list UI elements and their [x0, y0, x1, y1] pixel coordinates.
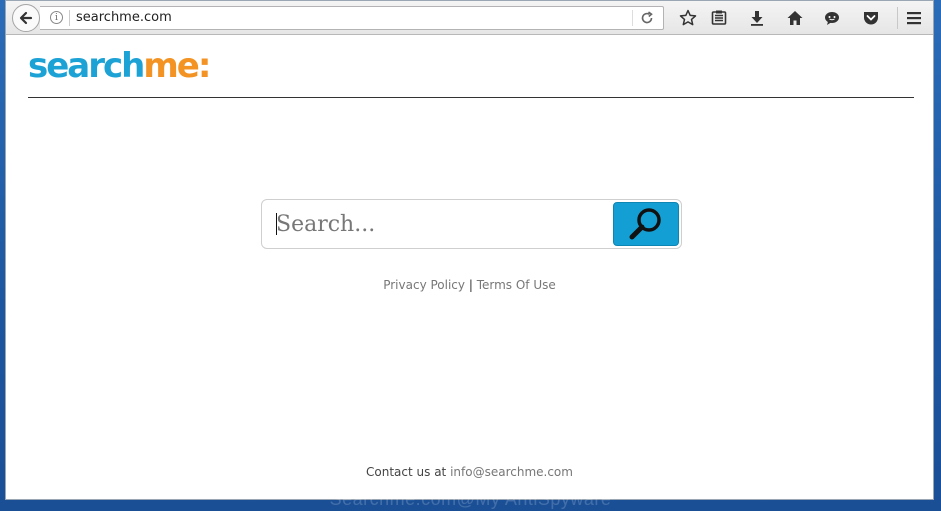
logo-me-text: me:	[143, 46, 211, 86]
home-icon[interactable]	[786, 9, 804, 27]
magnifier-icon	[629, 208, 661, 240]
pocket-icon[interactable]	[862, 9, 880, 27]
reload-icon[interactable]	[639, 10, 655, 26]
search-box	[261, 199, 682, 249]
links-separator: |	[468, 278, 473, 292]
privacy-policy-link[interactable]: Privacy Policy	[383, 278, 465, 292]
url-text[interactable]: searchme.com	[76, 10, 172, 25]
contact-prefix: Contact us at	[366, 465, 447, 479]
contact-email-link[interactable]: info@searchme.com	[450, 465, 573, 479]
page-content: searchme: Privacy Policy | Terms Of Use …	[6, 35, 933, 499]
reload-divider	[632, 10, 633, 26]
text-caret	[276, 213, 277, 235]
contact-line: Contact us at info@searchme.com	[6, 465, 933, 479]
navigation-toolbar: i searchme.com	[6, 1, 933, 35]
footer-links: Privacy Policy | Terms Of Use	[6, 278, 933, 292]
url-divider	[69, 10, 70, 26]
toolbar-divider	[897, 7, 898, 29]
downloads-icon[interactable]	[748, 9, 766, 27]
chat-bubble-icon[interactable]	[823, 9, 841, 27]
back-button[interactable]	[12, 4, 40, 32]
search-input[interactable]	[276, 206, 606, 242]
bookmarks-library-icon[interactable]	[710, 9, 728, 27]
searchme-logo[interactable]: searchme:	[28, 46, 211, 86]
logo-search-text: search	[28, 46, 145, 86]
address-bar[interactable]: i searchme.com	[40, 6, 664, 30]
browser-window: i searchme.com searchme: Search... Priva…	[5, 0, 934, 500]
header-divider	[28, 97, 914, 98]
bookmark-star-icon[interactable]	[679, 9, 697, 27]
watermark-text: Searchme.com@My AntiSpyware	[329, 489, 612, 509]
terms-of-use-link[interactable]: Terms Of Use	[477, 278, 556, 292]
search-button[interactable]	[613, 202, 679, 246]
back-arrow-icon	[19, 11, 33, 25]
site-info-icon[interactable]: i	[50, 11, 63, 24]
hamburger-menu-icon[interactable]	[905, 9, 923, 27]
